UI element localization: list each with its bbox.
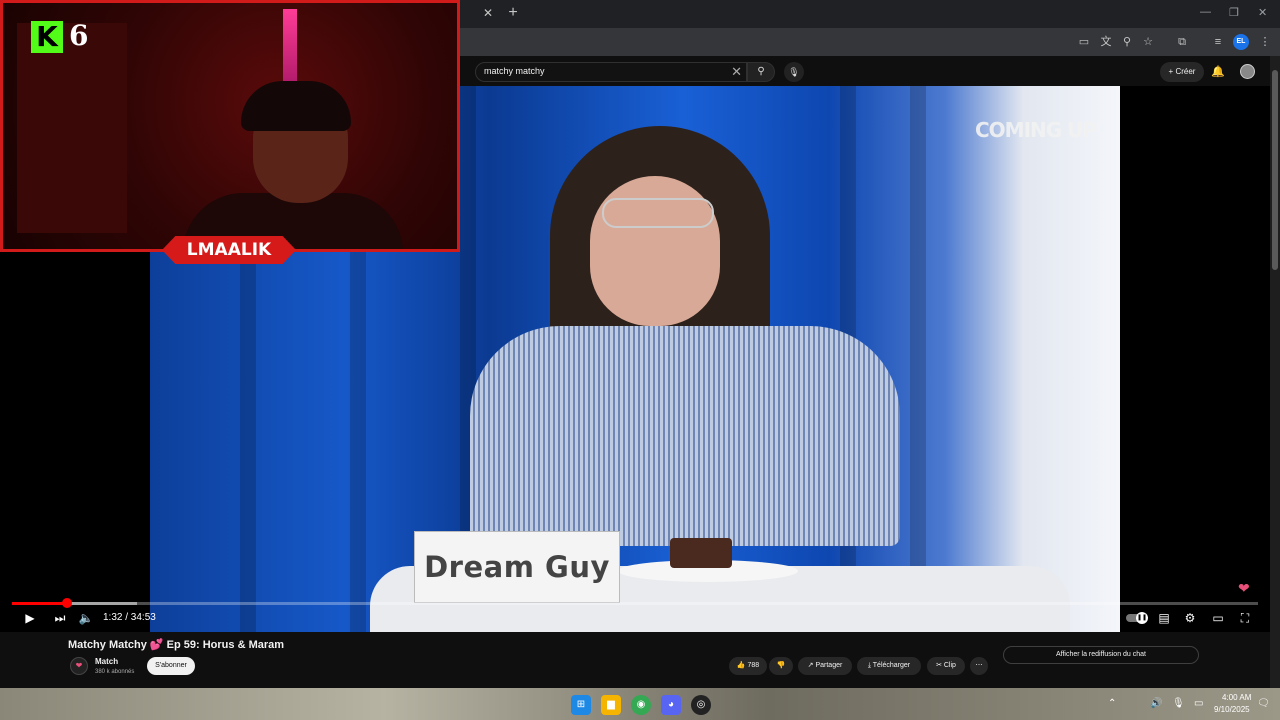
play-icon: ▶: [25, 611, 35, 625]
share-button[interactable]: ↗ Partager: [798, 657, 852, 675]
more-actions-button[interactable]: ⋯: [970, 657, 988, 675]
clip-button[interactable]: ✂ Clip: [927, 657, 965, 675]
streamer-webcam: K 6: [0, 0, 460, 252]
theater-mode-button[interactable]: ▭: [1209, 610, 1227, 626]
notification-center-icon[interactable]: 🗨: [1257, 698, 1270, 709]
notifications-bell-icon[interactable]: 🔔: [1210, 63, 1226, 81]
close-tab-icon[interactable]: ✕: [480, 5, 496, 21]
name-card-text: Dream Guy: [424, 550, 610, 584]
video-title: Matchy Matchy 💕 Ep 59: Horus & Maram: [68, 639, 285, 651]
channel-name[interactable]: Match: [95, 657, 118, 666]
taskbar-time[interactable]: 4:00 AM: [1222, 693, 1251, 702]
clip-label: Clip: [943, 662, 956, 669]
glasses: [602, 198, 714, 228]
subscribe-button[interactable]: S'abonner: [147, 657, 195, 675]
subscriber-count: 380 k abonnés: [95, 669, 135, 675]
file-explorer-icon[interactable]: ▆: [601, 695, 621, 715]
maximize-button[interactable]: ❐: [1229, 6, 1239, 19]
next-icon: ⏭: [54, 611, 66, 625]
subtitles-icon: ▤: [1158, 611, 1170, 625]
webcam-led-light: [283, 9, 297, 85]
webcam-fridge: [17, 23, 127, 233]
close-window-button[interactable]: ✕: [1258, 6, 1267, 19]
gear-icon: ⚙: [1184, 611, 1196, 625]
thumbs-up-icon: 👍: [736, 662, 748, 669]
tray-mic-icon[interactable]: 🎙: [1172, 698, 1185, 709]
create-label: Créer: [1175, 67, 1196, 76]
tray-overflow-icon[interactable]: ⌃: [1108, 698, 1116, 709]
discord-icon[interactable]: ◕: [661, 695, 681, 715]
reading-list-icon[interactable]: ≡: [1210, 34, 1226, 50]
streamer-name-plate: LMAALIK: [162, 236, 296, 264]
translate-icon[interactable]: 文: [1098, 34, 1114, 50]
channel-watermark-heart-icon[interactable]: ❤: [1238, 580, 1250, 597]
fullscreen-icon: ⛶: [1240, 611, 1250, 625]
kick-logo: K: [31, 21, 63, 53]
like-count: 788: [747, 662, 760, 669]
scissors-icon: ✂: [936, 662, 944, 669]
cake-slice: [670, 538, 732, 568]
overlay-number: 6: [69, 19, 89, 52]
search-query: matchy matchy: [484, 66, 545, 76]
obs-icon[interactable]: ◎: [691, 695, 711, 715]
browser-menu-icon[interactable]: ⋮: [1257, 34, 1273, 50]
extensions-icon[interactable]: ⧉: [1174, 34, 1190, 50]
dislike-button[interactable]: 👎: [769, 657, 793, 675]
scrollbar-thumb[interactable]: [1272, 70, 1278, 270]
autoplay-pause-icon: ❚❚: [1136, 612, 1148, 624]
chrome-icon[interactable]: ◉: [631, 695, 651, 715]
search-button[interactable]: ⚲: [747, 62, 775, 82]
theater-icon: ▭: [1212, 611, 1224, 625]
progress-played: [12, 602, 67, 605]
cast-icon[interactable]: ▭: [1076, 34, 1092, 50]
download-button[interactable]: ⤓ Télécharger: [857, 657, 921, 675]
fullscreen-button[interactable]: ⛶: [1236, 610, 1254, 626]
tray-network-icon[interactable]: ▭: [1194, 698, 1203, 709]
microphone-icon: 🎙: [788, 67, 800, 77]
next-button[interactable]: ⏭: [51, 610, 69, 626]
subtitles-button[interactable]: ▤: [1155, 610, 1173, 626]
time-display: 1:32 / 34:53: [103, 612, 156, 623]
minimize-button[interactable]: —: [1200, 6, 1211, 18]
name-card: Dream Guy: [414, 531, 620, 603]
create-button[interactable]: + Créer: [1160, 62, 1204, 82]
share-label: Partager: [815, 662, 843, 669]
curtain-fold: [910, 86, 926, 632]
channel-avatar[interactable]: ❤: [70, 657, 88, 675]
tray-volume-icon[interactable]: 🔊: [1150, 698, 1162, 709]
taskbar-date[interactable]: 9/10/2025: [1214, 705, 1250, 714]
progress-bar[interactable]: [12, 602, 1258, 605]
bookmark-star-icon[interactable]: ☆: [1140, 34, 1156, 50]
progress-scrubber[interactable]: [61, 598, 72, 608]
coming-up-text: COMING UP: [975, 118, 1097, 142]
volume-icon: 🔈: [78, 611, 94, 625]
mute-button[interactable]: 🔈: [77, 610, 95, 626]
striped-shirt: [470, 326, 900, 546]
voice-search-button[interactable]: 🎙: [784, 62, 804, 82]
new-tab-button[interactable]: +: [504, 4, 522, 22]
search-icon: ⚲: [757, 66, 765, 77]
search-input[interactable]: matchy matchy ✕: [475, 62, 747, 82]
show-chat-replay-button[interactable]: Afficher la rediffusion du chat: [1003, 646, 1199, 664]
download-label: Télécharger: [872, 662, 911, 669]
settings-button[interactable]: ⚙: [1181, 610, 1199, 626]
streamer-name: LMAALIK: [186, 240, 272, 260]
like-button[interactable]: 👍 788: [729, 657, 767, 675]
clear-search-icon[interactable]: ✕: [731, 63, 742, 81]
browser-profile-avatar[interactable]: EL: [1233, 34, 1249, 50]
streamer-hair: [241, 81, 351, 131]
zoom-icon[interactable]: ⚲: [1119, 34, 1135, 50]
windows-start-icon[interactable]: ⊞: [571, 695, 591, 715]
account-avatar[interactable]: [1240, 64, 1255, 79]
play-button[interactable]: ▶: [21, 610, 39, 626]
thumbs-down-icon: 👎: [776, 662, 786, 669]
